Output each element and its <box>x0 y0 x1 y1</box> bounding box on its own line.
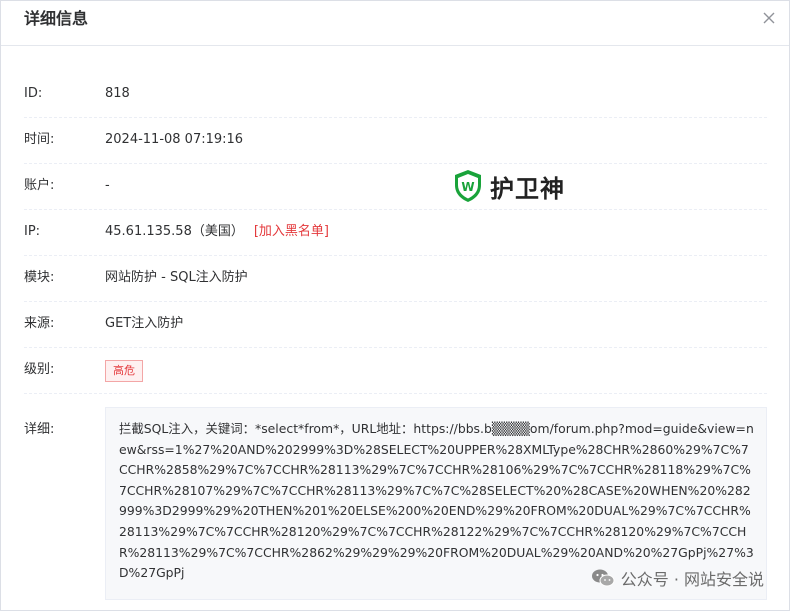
level-label: 级别: <box>24 362 55 377</box>
account-value: - <box>105 178 110 193</box>
wechat-watermark: 公众号 · 网站安全说 <box>591 566 764 590</box>
level-badge: 高危 <box>105 360 143 382</box>
brand-name: 护卫神 <box>490 174 565 203</box>
module-label: 模块: <box>24 270 55 285</box>
close-icon[interactable] <box>761 10 777 26</box>
row-ip: IP: 45.61.135.58（美国） [加入黑名单] <box>24 210 767 256</box>
detail-label: 详细: <box>24 422 55 437</box>
dialog-header: 详细信息 <box>1 1 789 46</box>
account-label: 账户: <box>24 178 55 193</box>
source-value: GET注入防护 <box>105 316 184 331</box>
row-time: 时间: 2024-11-08 07:19:16 <box>24 118 767 164</box>
row-id: ID: 818 <box>24 72 767 118</box>
ip-value: 45.61.135.58（美国） <box>105 224 244 239</box>
time-value: 2024-11-08 07:19:16 <box>105 132 244 147</box>
wechat-account-text: 公众号 · 网站安全说 <box>620 570 764 589</box>
source-label: 来源: <box>24 316 55 331</box>
detail-dialog: 详细信息 ID: 818 时间: 2024-11-08 07:19:16 账户:… <box>0 0 790 611</box>
add-to-blacklist-link[interactable]: [加入黑名单] <box>254 224 329 239</box>
time-label: 时间: <box>24 132 55 147</box>
id-label: ID: <box>24 86 43 101</box>
ip-value-wrap: 45.61.135.58（美国） [加入黑名单] <box>105 224 329 240</box>
row-level: 级别: 高危 <box>24 348 767 394</box>
row-account: 账户: - <box>24 164 767 210</box>
wechat-icon <box>591 569 615 587</box>
row-module: 模块: 网站防护 - SQL注入防护 <box>24 256 767 302</box>
row-source: 来源: GET注入防护 <box>24 302 767 348</box>
ip-label: IP: <box>24 224 41 239</box>
hws-watermark: W 护卫神 <box>453 168 565 204</box>
logo-letter: W <box>461 180 474 194</box>
id-value: 818 <box>105 86 130 101</box>
dialog-title: 详细信息 <box>24 9 89 28</box>
shield-logo-icon: W <box>455 170 481 202</box>
module-value: 网站防护 - SQL注入防护 <box>105 270 248 285</box>
